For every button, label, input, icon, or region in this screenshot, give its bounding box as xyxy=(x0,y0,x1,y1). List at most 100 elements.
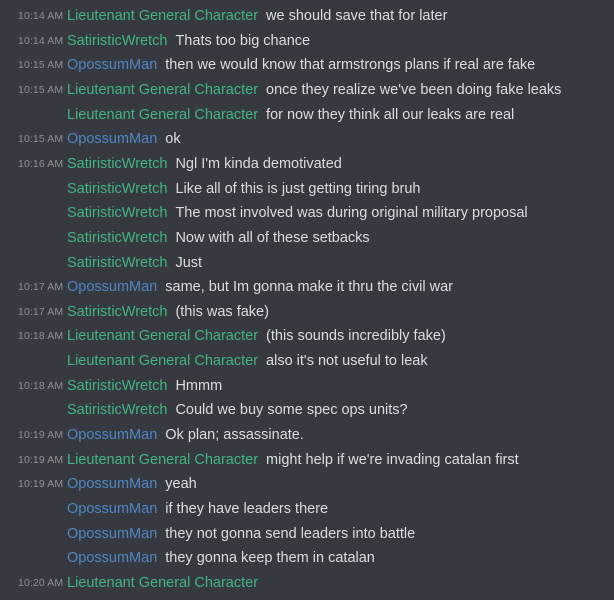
message-author[interactable]: SatiristicWretch xyxy=(67,33,167,49)
message-line: SatiristicWretch Hmmm xyxy=(67,374,222,398)
chat-message: 10:14 AM SatiristicWretch Thats too big ch… xyxy=(0,29,614,53)
message-author[interactable]: OpossumMan xyxy=(67,550,157,566)
message-text: might help if we're invading catalan fir… xyxy=(266,451,519,468)
message-text: Ngl I'm kinda demotivated xyxy=(175,155,342,172)
message-line: OpossumMan if they have leaders there xyxy=(67,497,328,521)
message-timestamp: 10:15 AM xyxy=(18,59,64,72)
message-timestamp: 10:19 AM xyxy=(18,453,64,466)
message-line: OpossumMan then we would know that armstr… xyxy=(67,53,535,77)
chat-message: OpossumMan if they have leaders there xyxy=(0,497,614,521)
message-text: ok xyxy=(165,131,181,148)
chat-message: SatiristicWretch Just xyxy=(0,251,614,275)
message-author[interactable]: Lieutenant General Character xyxy=(67,82,258,98)
message-timestamp: 10:16 AM xyxy=(18,157,64,170)
message-line: SatiristicWretch Could we buy some spec o… xyxy=(67,398,408,422)
message-timestamp: 10:15 AM xyxy=(18,83,64,96)
message-line: OpossumMan they gonna keep them in catala… xyxy=(67,546,375,570)
message-line: SatiristicWretch Just xyxy=(67,251,202,275)
chat-message: 10:15 AM Lieutenant General Character once… xyxy=(0,78,614,102)
message-author[interactable]: OpossumMan xyxy=(67,501,157,517)
message-text: (this was fake) xyxy=(175,303,269,320)
message-text: they not gonna send leaders into battle xyxy=(165,525,416,542)
message-line: OpossumMan Ok plan; assassinate. xyxy=(67,423,304,447)
chat-message: OpossumMan they not gonna send leaders in… xyxy=(0,522,614,546)
message-text: then we would know that armstrongs plans… xyxy=(165,57,536,74)
chat-message: 10:19 AM OpossumMan yeah xyxy=(0,472,614,496)
message-author[interactable]: OpossumMan xyxy=(67,427,157,443)
chat-message: 10:19 AM OpossumMan Ok plan; assassinate. xyxy=(0,423,614,447)
chat-message: SatiristicWretch Like all of this is just… xyxy=(0,177,614,201)
message-author[interactable]: Lieutenant General Character xyxy=(67,8,258,24)
chat-message: 10:15 AM OpossumMan then we would know tha… xyxy=(0,53,614,77)
message-text: Thats too big chance xyxy=(175,32,311,49)
chat-message: 10:15 AM OpossumMan ok xyxy=(0,127,614,151)
message-author[interactable]: OpossumMan xyxy=(67,476,157,492)
message-text: Hmmm xyxy=(175,377,223,394)
chat-message: SatiristicWretch The most involved was du… xyxy=(0,201,614,225)
message-timestamp: 10:19 AM xyxy=(18,478,64,491)
message-line: Lieutenant General Character once they re… xyxy=(67,78,561,102)
message-text: The most involved was during original mi… xyxy=(175,205,528,222)
message-line: OpossumMan same, but Im gonna make it thr… xyxy=(67,275,453,299)
message-line: OpossumMan yeah xyxy=(67,472,197,496)
message-timestamp: 10:19 AM xyxy=(18,429,64,442)
chat-message-list: 10:14 AM Lieutenant General Character we s… xyxy=(0,0,614,600)
message-line: Lieutenant General Character we should sa… xyxy=(67,4,447,28)
message-timestamp: 10:14 AM xyxy=(18,34,64,47)
message-text: Like all of this is just getting tiring … xyxy=(175,180,421,197)
chat-message: OpossumMan they gonna keep them in catala… xyxy=(0,546,614,570)
message-author[interactable]: SatiristicWretch xyxy=(67,304,167,320)
message-timestamp: 10:14 AM xyxy=(18,10,64,22)
message-author[interactable]: SatiristicWretch xyxy=(67,156,167,172)
message-author[interactable]: Lieutenant General Character xyxy=(67,328,258,344)
message-text: (this sounds incredibly fake) xyxy=(266,328,446,345)
message-timestamp: 10:18 AM xyxy=(18,330,64,343)
message-text: Could we buy some spec ops units? xyxy=(175,402,408,419)
chat-message: 10:17 AM OpossumMan same, but Im gonna mak… xyxy=(0,275,614,299)
message-line: SatiristicWretch Ngl I'm kinda demotivate… xyxy=(67,152,342,176)
message-author[interactable]: Lieutenant General Character xyxy=(67,452,258,468)
message-line: SatiristicWretch Thats too big chance xyxy=(67,29,310,53)
message-author[interactable]: OpossumMan xyxy=(67,57,157,73)
message-text: they gonna keep them in catalan xyxy=(165,550,375,567)
chat-message: Lieutenant General Character for now they… xyxy=(0,103,614,127)
message-line: Lieutenant General Character for now they… xyxy=(67,103,514,127)
message-timestamp: 10:20 AM xyxy=(18,576,64,589)
chat-message: 10:16 AM SatiristicWretch Ngl I'm kinda de… xyxy=(0,152,614,176)
message-author[interactable]: SatiristicWretch xyxy=(67,230,167,246)
message-text: yeah xyxy=(165,476,197,493)
chat-message: SatiristicWretch Now with all of these se… xyxy=(0,226,614,250)
message-text: Ok plan; assassinate. xyxy=(165,427,304,444)
message-line: Lieutenant General Character also it's no… xyxy=(67,349,428,373)
chat-message: 10:18 AM Lieutenant General Character (thi… xyxy=(0,324,614,348)
message-timestamp: 10:17 AM xyxy=(18,281,64,294)
message-author[interactable]: SatiristicWretch xyxy=(67,402,167,418)
message-author[interactable]: SatiristicWretch xyxy=(67,205,167,221)
message-author[interactable]: Lieutenant General Character xyxy=(67,575,258,591)
message-author[interactable]: SatiristicWretch xyxy=(67,181,167,197)
message-author[interactable]: OpossumMan xyxy=(67,279,157,295)
message-author[interactable]: OpossumMan xyxy=(67,526,157,542)
message-line: SatiristicWretch (this was fake) xyxy=(67,300,269,324)
message-line: Lieutenant General Character (this sounds… xyxy=(67,324,446,348)
message-line: SatiristicWretch Like all of this is just… xyxy=(67,177,420,201)
message-author[interactable]: SatiristicWretch xyxy=(67,378,167,394)
message-text: once they realize we've been doing fake … xyxy=(266,81,562,98)
message-text: for now they think all our leaks are rea… xyxy=(266,106,515,123)
message-timestamp: 10:15 AM xyxy=(18,133,64,146)
chat-message: 10:18 AM SatiristicWretch Hmmm xyxy=(0,374,614,398)
message-text: we should save that for later xyxy=(266,8,448,24)
chat-message: 10:19 AM Lieutenant General Character migh… xyxy=(0,448,614,472)
message-line: Lieutenant General Character xyxy=(67,571,266,595)
message-text: Just xyxy=(175,254,203,271)
message-author[interactable]: OpossumMan xyxy=(67,131,157,147)
message-author[interactable]: Lieutenant General Character xyxy=(67,353,258,369)
message-line: SatiristicWretch The most involved was du… xyxy=(67,201,528,225)
message-text: if they have leaders there xyxy=(165,501,329,517)
message-timestamp: 10:17 AM xyxy=(18,305,64,318)
message-author[interactable]: SatiristicWretch xyxy=(67,255,167,271)
message-timestamp: 10:18 AM xyxy=(18,379,64,392)
message-line: SatiristicWretch Now with all of these se… xyxy=(67,226,370,250)
message-line: OpossumMan they not gonna send leaders in… xyxy=(67,522,415,546)
message-author[interactable]: Lieutenant General Character xyxy=(67,107,258,123)
